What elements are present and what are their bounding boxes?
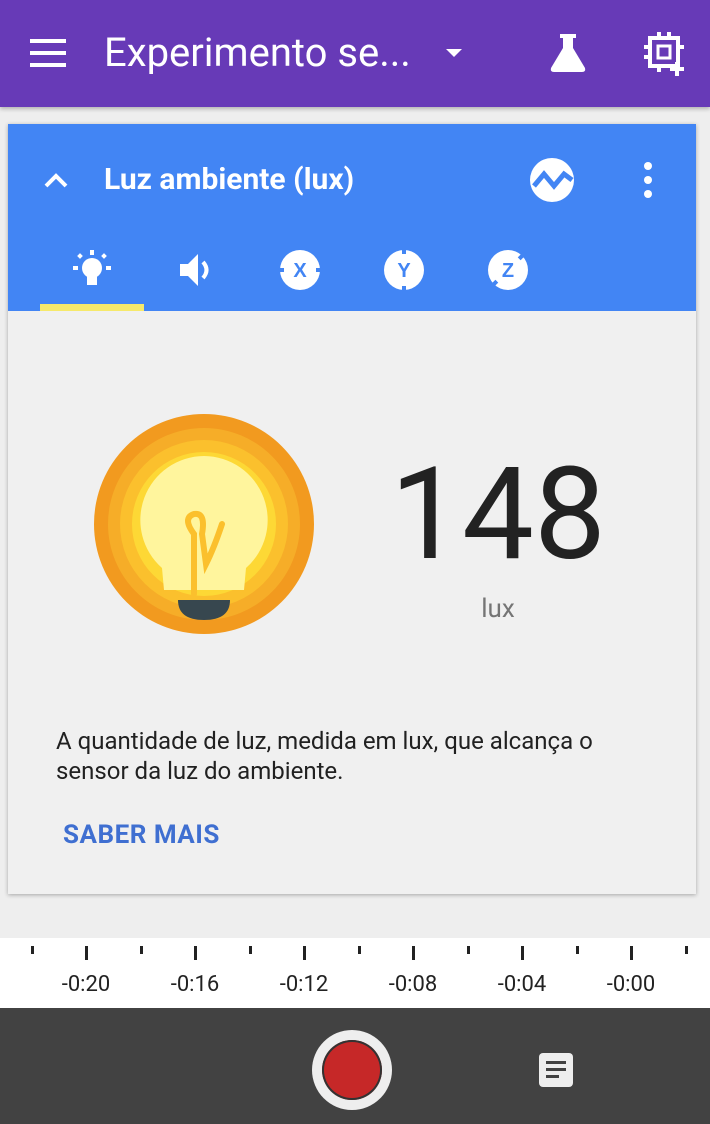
chevron-up-icon[interactable] [42,166,70,194]
tab-accel-z[interactable]: Z [456,230,560,311]
major-tick [303,946,306,960]
record-button[interactable] [312,1030,392,1110]
sensor-unit: lux [481,594,515,624]
axis-x-label: X [293,260,307,282]
timeline-label: -0:00 [606,972,656,997]
tab-accel-x[interactable]: X [248,230,352,311]
sensor-title: Luz ambiente (lux) [104,162,355,197]
timeline-label: -0:12 [279,972,329,997]
record-icon [322,1040,382,1100]
major-tick [630,946,633,960]
minor-tick [358,946,361,954]
axis-z-label: Z [502,260,514,282]
add-sensor-icon[interactable] [642,30,690,78]
sensor-description: A quantidade de luz, medida em lux, que … [56,727,593,785]
menu-icon[interactable] [26,36,70,70]
major-tick [521,946,524,960]
sensor-card: Luz ambiente (lux) X Y Z 148 lux A quant… [8,124,696,894]
minor-tick [685,946,688,954]
major-tick [85,946,88,960]
minor-tick [140,946,143,954]
tab-light[interactable] [40,230,144,311]
axis-y-icon: Y [384,248,424,292]
sensor-value: 148 [390,440,606,590]
more-options-icon[interactable] [638,160,658,200]
axis-y-label: Y [397,260,411,282]
timeline-label: -0:20 [61,972,111,997]
speaker-icon [180,254,209,286]
sensor-card-header: Luz ambiente (lux) X Y Z [8,124,696,311]
axis-x-icon: X [278,250,322,290]
minor-tick [31,946,34,954]
timeline-axis[interactable]: -0:20 -0:16 -0:12 -0:08 -0:04 -0:00 [0,938,710,1008]
learn-more-link[interactable]: SABER MAIS [63,820,220,850]
timeline-label: -0:08 [388,972,438,997]
tab-accel-y[interactable]: Y [352,230,456,311]
axis-z-icon: Z [488,250,528,290]
flask-icon[interactable] [546,30,590,74]
major-tick [194,946,197,960]
chevron-down-icon[interactable] [440,44,468,62]
major-tick [412,946,415,960]
minor-tick [249,946,252,954]
timeline-label: -0:16 [170,972,220,997]
notes-icon[interactable] [538,1052,574,1088]
minor-tick [467,946,470,954]
minor-tick [576,946,579,954]
light-meter-bulb-icon [94,414,314,634]
lightbulb-icon [73,250,111,285]
experiment-title[interactable]: Experimento se... [104,28,414,78]
app-bar: Experimento se... [0,0,710,107]
tab-sound[interactable] [144,230,248,311]
graph-toggle-icon[interactable] [528,156,576,204]
timeline-label: -0:04 [497,972,547,997]
bottom-action-bar [0,1008,710,1124]
selected-tab-indicator [40,304,144,311]
